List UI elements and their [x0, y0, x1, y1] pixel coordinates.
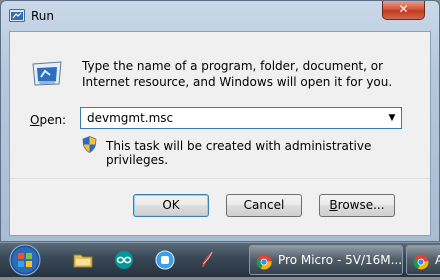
dropdown-arrow-icon[interactable]: ▼	[383, 108, 401, 128]
taskbar-item-chrome[interactable]: Pro Micro - 5V/16M...	[249, 245, 403, 275]
close-icon: ✕	[398, 2, 409, 16]
app-icon[interactable]	[155, 250, 175, 270]
dialog-client-area: Type the name of a program, folder, docu…	[9, 31, 431, 236]
run-program-icon	[30, 58, 64, 88]
arduino-icon[interactable]	[114, 250, 134, 270]
feather-icon[interactable]	[197, 250, 217, 270]
run-title-icon	[9, 9, 25, 23]
close-button[interactable]: ✕	[382, 1, 425, 20]
ok-button[interactable]: OK	[133, 194, 209, 217]
title-bar[interactable]: Run ✕	[1, 1, 439, 31]
start-orb-icon[interactable]	[6, 243, 44, 277]
open-input[interactable]: devmgmt.msc	[87, 111, 173, 125]
taskbar-item-label: A	[435, 246, 440, 274]
admin-privileges-note: This task will be created with administr…	[106, 139, 372, 167]
browse-button[interactable]: Browse...	[319, 194, 395, 217]
taskbar: Pro Micro - 5V/16M... A	[0, 242, 440, 277]
dialog-description: Type the name of a program, folder, docu…	[82, 59, 393, 89]
open-label: Open:	[30, 113, 67, 127]
button-bar: OK Cancel Browse...	[10, 178, 430, 236]
folder-icon[interactable]	[73, 250, 93, 270]
run-dialog-window: Run ✕ Type the name of a program, folder…	[0, 0, 440, 242]
chrome-icon	[413, 252, 429, 270]
window-title: Run	[31, 9, 55, 23]
chrome-icon	[256, 252, 272, 270]
uac-shield-icon	[82, 136, 97, 153]
taskbar-item-label: Pro Micro - 5V/16M...	[278, 253, 403, 267]
cancel-button[interactable]: Cancel	[226, 194, 302, 217]
open-combobox[interactable]: devmgmt.msc ▼	[80, 107, 402, 129]
taskbar-item-chrome-2[interactable]: A	[406, 245, 440, 275]
